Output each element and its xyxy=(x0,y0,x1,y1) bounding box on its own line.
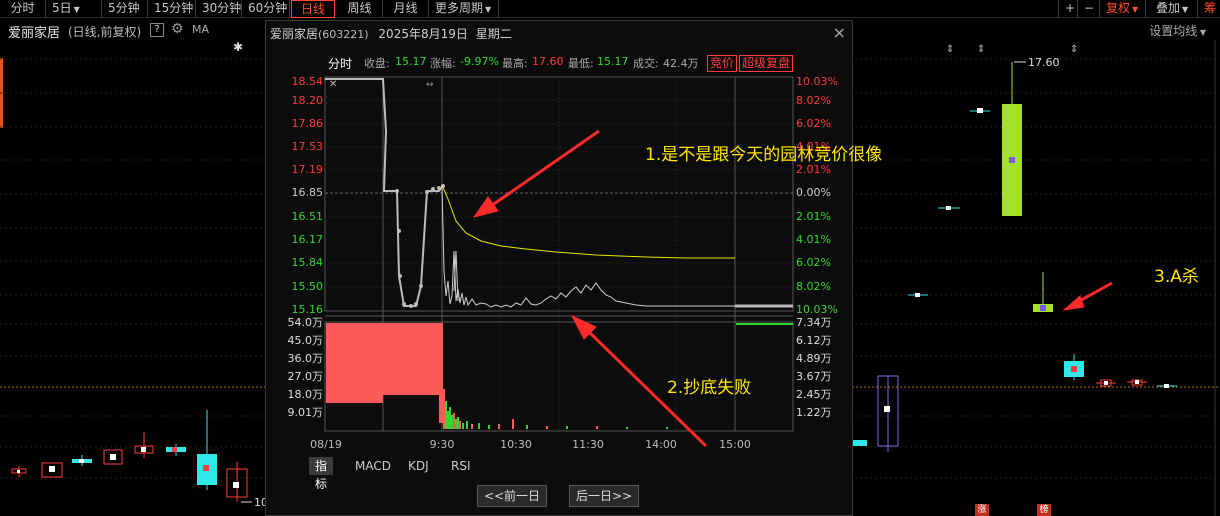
period-intraday[interactable]: 分时 xyxy=(0,0,46,18)
svg-text:6.12万: 6.12万 xyxy=(796,334,832,347)
kline-candles-left: 10 ✱ xyxy=(11,40,268,509)
period-toolbar: 分时 5日 ▼ 5分钟 15分钟 30分钟 60分钟 日线 周线 月线 更多周期 ▼… xyxy=(0,0,1220,18)
avg-price-line xyxy=(441,184,735,259)
arrow-a-sha xyxy=(1062,281,1113,311)
period-5day[interactable]: 5日 ▼ xyxy=(46,0,102,18)
intraday-chart[interactable]: ✕ ↔ 18.54 18.20 17.86 17.53 17.19 16.85 … xyxy=(266,71,854,457)
chart-mode: (日线,前复权) xyxy=(68,25,142,39)
svg-text:6.02%: 6.02% xyxy=(796,117,831,130)
period-30min[interactable]: 30分钟 xyxy=(196,0,242,18)
period-weekly[interactable]: 周线 xyxy=(337,0,383,18)
tab-macd[interactable]: MACD xyxy=(349,457,397,475)
svg-text:9:30: 9:30 xyxy=(430,438,455,451)
set-ma-button[interactable]: 设置均线 ▼ xyxy=(1149,22,1206,39)
zoom-in-button[interactable]: + xyxy=(1058,0,1078,18)
adjust-button[interactable]: 复权 ▼ xyxy=(1100,0,1146,18)
zoom-out-button[interactable]: − xyxy=(1078,0,1100,18)
ma-label[interactable]: MA xyxy=(192,23,209,36)
period-more[interactable]: 更多周期 ▼ xyxy=(429,0,499,18)
svg-text:14:00: 14:00 xyxy=(645,438,677,451)
svg-text:2.01%: 2.01% xyxy=(796,210,831,223)
star-marker: ✱ xyxy=(233,40,243,54)
popup-title: 爱丽家居(603221) 2025年8月19日 星期二 xyxy=(270,27,512,41)
svg-text:45.0万: 45.0万 xyxy=(288,334,324,347)
period-60min[interactable]: 60分钟 xyxy=(242,0,290,18)
stats-bar: 分时 收盘: 15.17 涨幅: -9.97% 最高: 17.60 最低: 15… xyxy=(266,53,854,72)
intraday-popup: 爱丽家居(603221) 2025年8月19日 星期二 × 分时 收盘: 15.… xyxy=(265,20,853,516)
svg-text:10:30: 10:30 xyxy=(500,438,532,451)
svg-text:16.51: 16.51 xyxy=(292,210,324,223)
annotation-bottom-fishing: 2.抄底失败 xyxy=(667,378,752,398)
tab-kdj[interactable]: KDJ xyxy=(402,457,435,475)
low-value: 15.17 xyxy=(597,55,629,68)
svg-text:54.0万: 54.0万 xyxy=(288,316,324,329)
period-daily[interactable]: 日线 xyxy=(291,0,335,18)
svg-text:16.17: 16.17 xyxy=(292,233,324,246)
range-marker: ↔ xyxy=(426,80,434,90)
svg-text:27.0万: 27.0万 xyxy=(288,370,324,383)
overlay-button[interactable]: 叠加 ▼ xyxy=(1150,0,1198,18)
svg-text:15.16: 15.16 xyxy=(292,303,324,316)
annotation-auction: 1.是不是跟今天的园林竞价很像 xyxy=(645,145,883,165)
arrow-auction xyxy=(472,129,600,218)
rank-badge: 榜 xyxy=(1037,504,1051,516)
svg-text:10.03%: 10.03% xyxy=(796,75,838,88)
stock-name: 爱丽家居 xyxy=(8,26,61,41)
svg-text:17.19: 17.19 xyxy=(292,163,324,176)
high-value: 17.60 xyxy=(532,55,564,68)
gear-icon[interactable]: ⚙ xyxy=(171,21,184,37)
auction-badge[interactable]: 竞价 xyxy=(707,55,738,72)
svg-text:1.22万: 1.22万 xyxy=(796,406,832,419)
svg-text:⇕: ⇕ xyxy=(977,44,985,55)
svg-text:8.02%: 8.02% xyxy=(796,94,831,107)
period-15min[interactable]: 15分钟 xyxy=(148,0,196,18)
svg-text:16.85: 16.85 xyxy=(292,186,324,199)
svg-text:08/19: 08/19 xyxy=(310,438,342,451)
high-price-label: 17.60 xyxy=(1028,56,1060,69)
kline-candles-right: 17.60 ⇕ ⇕ ⇕ xyxy=(852,44,1177,452)
svg-text:2.45万: 2.45万 xyxy=(796,388,832,401)
close-value: 15.17 xyxy=(395,55,427,68)
svg-text:15.84: 15.84 xyxy=(292,256,324,269)
svg-text:4.01%: 4.01% xyxy=(796,233,831,246)
chips-button[interactable]: 筹 xyxy=(1202,0,1220,18)
annotation-a-sha: 3.A杀 xyxy=(1154,267,1199,287)
svg-text:8.02%: 8.02% xyxy=(796,280,831,293)
svg-text:17.86: 17.86 xyxy=(292,117,324,130)
svg-text:10.03%: 10.03% xyxy=(796,303,838,316)
svg-text:⇕: ⇕ xyxy=(946,44,954,55)
tab-rsi[interactable]: RSI xyxy=(445,457,477,475)
cross-marker: ✕ xyxy=(329,79,337,90)
svg-text:15:00: 15:00 xyxy=(719,438,751,451)
limit-up-badge: 涨 xyxy=(975,504,989,516)
svg-text:15.50: 15.50 xyxy=(292,280,324,293)
super-review-badge[interactable]: 超级复盘 xyxy=(739,55,794,72)
svg-text:11:30: 11:30 xyxy=(572,438,604,451)
svg-text:3.67万: 3.67万 xyxy=(796,370,832,383)
svg-text:7.34万: 7.34万 xyxy=(796,316,832,329)
svg-text:17.53: 17.53 xyxy=(292,140,324,153)
prev-day-button[interactable]: <<前一日 xyxy=(477,485,547,507)
tab-indicator[interactable]: 指标 xyxy=(309,457,334,491)
period-5min[interactable]: 5分钟 xyxy=(102,0,148,18)
svg-text:0.00%: 0.00% xyxy=(796,186,831,199)
svg-text:18.20: 18.20 xyxy=(292,94,324,107)
next-day-button[interactable]: 后一日>> xyxy=(569,485,639,507)
change-value: -9.97% xyxy=(460,55,499,68)
svg-text:18.0万: 18.0万 xyxy=(288,388,324,401)
svg-text:18.54: 18.54 xyxy=(292,75,324,88)
svg-text:4.89万: 4.89万 xyxy=(796,352,832,365)
svg-text:9.01万: 9.01万 xyxy=(288,406,324,419)
help-icon[interactable]: ? xyxy=(150,23,164,37)
period-monthly[interactable]: 月线 xyxy=(383,0,429,18)
svg-text:⇕: ⇕ xyxy=(1070,44,1078,55)
close-icon[interactable]: × xyxy=(833,23,846,42)
svg-text:36.0万: 36.0万 xyxy=(288,352,324,365)
volume-value: 42.4万 xyxy=(663,57,699,70)
tab-intraday[interactable]: 分时 xyxy=(328,55,352,72)
svg-text:6.02%: 6.02% xyxy=(796,256,831,269)
